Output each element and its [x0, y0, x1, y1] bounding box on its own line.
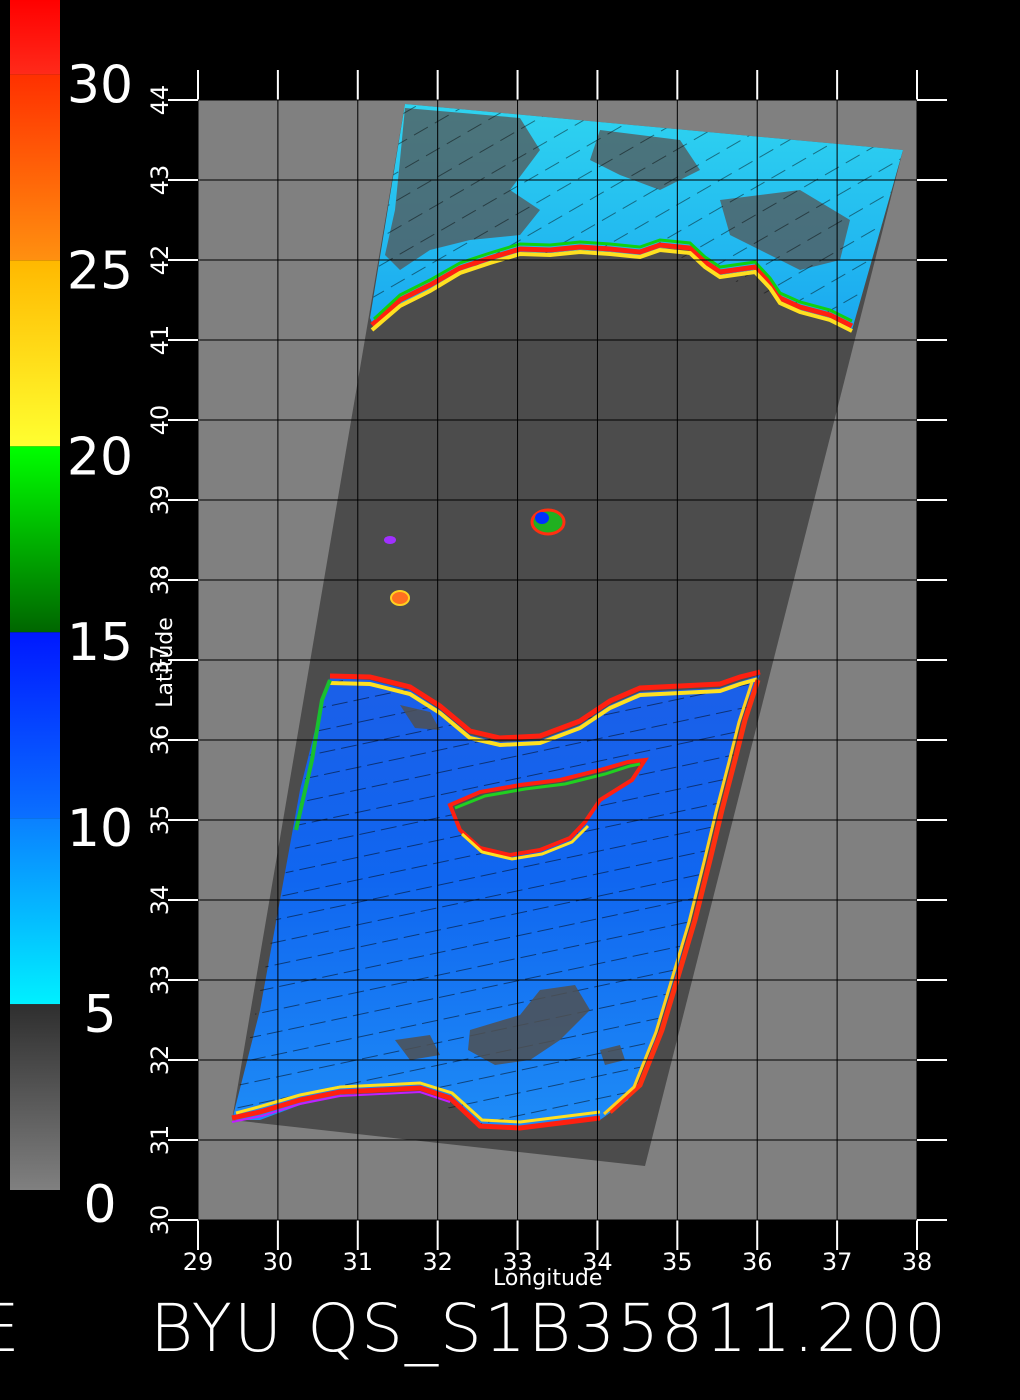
- y-axis-label: Latitude: [152, 617, 178, 708]
- colorbar-band: [10, 818, 60, 1005]
- lake-egirdir: [384, 536, 396, 544]
- colorbar-tick-labels: 0 5 10 15 20 25 30: [67, 55, 133, 1235]
- x-tick-label: 29: [183, 1248, 214, 1276]
- x-tick-label: 31: [343, 1248, 374, 1276]
- colorbar-band: [10, 446, 60, 633]
- colorbar-band: [10, 1004, 60, 1190]
- x-tick-label: 30: [263, 1248, 294, 1276]
- colorbar-tick-label: 10: [67, 799, 133, 859]
- y-tick-label: 35: [146, 805, 174, 836]
- footer-stray-letter: E: [0, 1290, 22, 1367]
- colorbar-tick-label: 20: [67, 427, 133, 487]
- y-tick-label: 44: [146, 85, 174, 116]
- footer-title: BYU QS_S1B35811.200: [150, 1290, 949, 1367]
- y-tick-label: 41: [146, 325, 174, 356]
- lake-tuz-center: [535, 512, 549, 524]
- x-tick-label: 32: [422, 1248, 453, 1276]
- lake-beysehir: [390, 590, 410, 606]
- x-tick-label: 38: [902, 1248, 933, 1276]
- colorbar-band: [10, 0, 60, 75]
- y-tick-label: 32: [146, 1045, 174, 1076]
- y-tick-label: 38: [146, 565, 174, 596]
- y-tick-label: 40: [146, 405, 174, 436]
- y-tick-label: 31: [146, 1125, 174, 1156]
- x-tick-label: 37: [822, 1248, 853, 1276]
- y-tick-label: 43: [146, 165, 174, 196]
- colorbar-tick-label: 0: [83, 1175, 116, 1235]
- colorbar-tick-label: 30: [67, 55, 133, 115]
- y-tick-label: 33: [146, 965, 174, 996]
- y-tick-label: 42: [146, 245, 174, 276]
- colorbar-band: [10, 632, 60, 819]
- y-tick-label: 30: [146, 1205, 174, 1236]
- x-tick-label: 35: [662, 1248, 693, 1276]
- x-tick-label: 36: [742, 1248, 773, 1276]
- x-axis-label: Longitude: [493, 1266, 603, 1291]
- colorbar: [10, 0, 60, 1190]
- y-tick-label: 39: [146, 485, 174, 516]
- colorbar-band: [10, 260, 60, 447]
- colorbar-band: [10, 74, 60, 261]
- colorbar-tick-label: 25: [67, 241, 133, 301]
- footer-caption: E BYU QS_S1B35811.200: [0, 1290, 1020, 1370]
- colorbar-tick-label: 15: [67, 613, 133, 673]
- y-tick-label: 34: [146, 885, 174, 916]
- y-tick-label: 36: [146, 725, 174, 756]
- colorbar-tick-label: 5: [83, 985, 116, 1045]
